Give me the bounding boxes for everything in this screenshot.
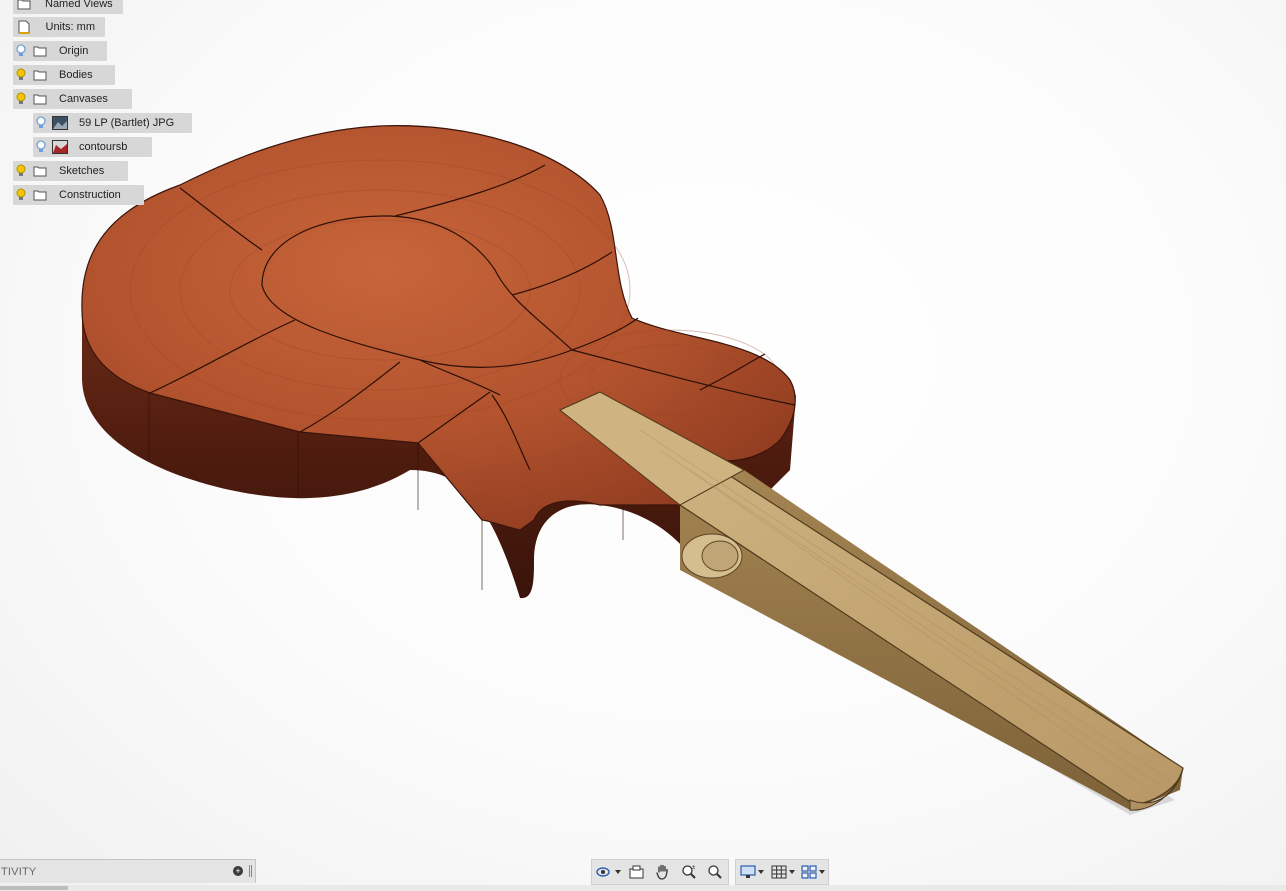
horizontal-scrollbar[interactable] <box>0 885 1286 891</box>
lightbulb-on-icon[interactable] <box>13 161 29 181</box>
grid-settings-icon[interactable] <box>767 860 798 884</box>
folder-icon <box>29 65 51 85</box>
image-canvas-icon <box>49 137 71 157</box>
display-settings-icon[interactable] <box>736 860 767 884</box>
browser-item-label: Origin <box>59 45 89 57</box>
lightbulb-off-icon[interactable] <box>33 137 49 157</box>
activity-bar[interactable]: TIVITY + <box>0 859 256 883</box>
orbit-icon[interactable] <box>592 860 624 884</box>
browser-item-label: Named Views <box>45 0 113 10</box>
document-icon <box>13 17 35 37</box>
zoom-icon[interactable]: ± <box>676 860 702 884</box>
navigation-toolbar: ± <box>591 859 729 885</box>
lightbulb-off-icon[interactable] <box>33 113 49 133</box>
browser-item-label: Units: mm <box>45 21 96 33</box>
pan-hand-icon[interactable] <box>650 860 676 884</box>
browser-item-bodies[interactable]: Bodies <box>13 65 115 85</box>
folder-icon <box>29 185 51 205</box>
lightbulb-off-icon[interactable] <box>13 41 29 61</box>
lightbulb-on-icon[interactable] <box>13 65 29 85</box>
image-canvas-icon <box>49 113 71 133</box>
folder-icon <box>29 89 51 109</box>
browser-item-label: contoursb <box>79 141 128 153</box>
browser-item-origin[interactable]: Origin <box>13 41 107 61</box>
panel-grip-handle[interactable] <box>249 865 252 877</box>
browser-item-label: Construction <box>59 189 121 201</box>
plus-circle-icon[interactable]: + <box>233 866 243 876</box>
viewports-icon[interactable] <box>798 860 828 884</box>
browser-item-sketches[interactable]: Sketches <box>13 161 128 181</box>
folder-icon <box>13 0 35 14</box>
browser-item-units[interactable]: Units: mm <box>13 17 105 37</box>
folder-icon <box>29 161 51 181</box>
browser-item-named-views[interactable]: Named Views <box>13 0 123 14</box>
browser-item-label: 59 LP (Bartlet) JPG <box>79 117 175 129</box>
guitar-model[interactable] <box>0 0 1286 858</box>
browser-item-label: Bodies <box>59 69 93 81</box>
browser-item-canvases[interactable]: Canvases <box>13 89 132 109</box>
activity-label: TIVITY <box>1 865 37 878</box>
3d-viewport[interactable] <box>0 0 1286 891</box>
browser-item-label: Sketches <box>59 165 105 177</box>
svg-text:±: ± <box>692 865 696 871</box>
display-toolbar <box>735 859 829 885</box>
folder-icon <box>29 41 51 61</box>
scrollbar-thumb[interactable] <box>0 886 68 890</box>
lightbulb-on-icon[interactable] <box>13 89 29 109</box>
browser-item-canvas-contoursb[interactable]: contoursb <box>33 137 152 157</box>
browser-item-construction[interactable]: Construction <box>13 185 144 205</box>
look-at-icon[interactable] <box>624 860 650 884</box>
fit-icon[interactable] <box>702 860 728 884</box>
browser-item-label: Canvases <box>59 93 108 105</box>
browser-item-canvas-59lp[interactable]: 59 LP (Bartlet) JPG <box>33 113 192 133</box>
lightbulb-on-icon[interactable] <box>13 185 29 205</box>
